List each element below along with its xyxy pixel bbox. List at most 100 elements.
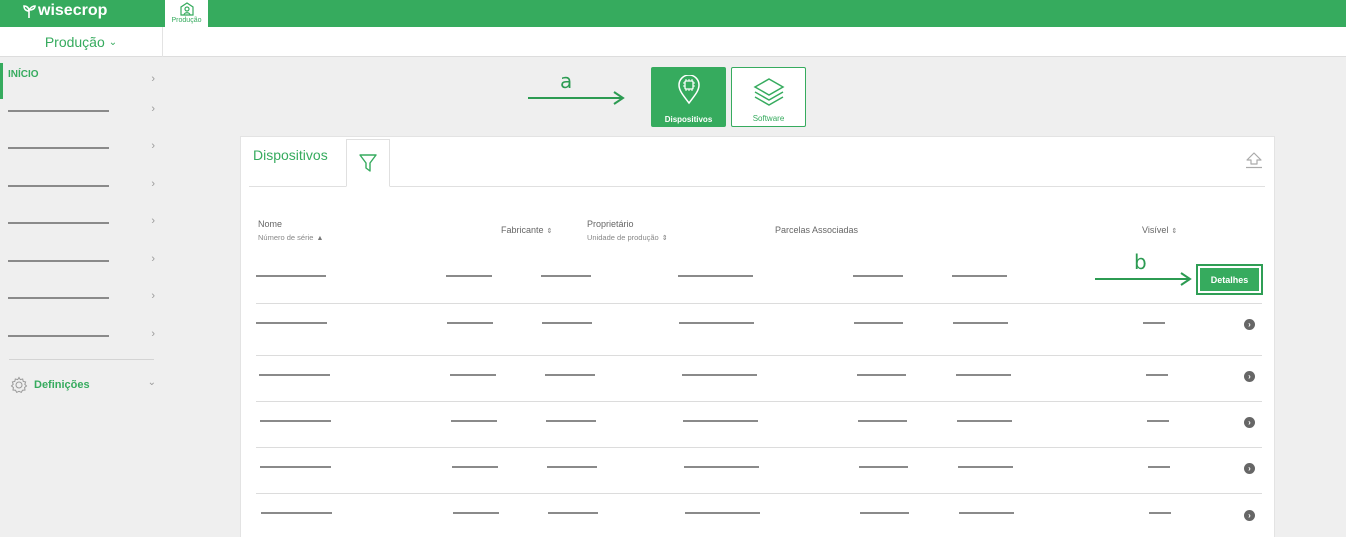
redacted-cell [446, 275, 492, 277]
redacted-cell [451, 420, 497, 422]
chevron-right-icon: › [151, 73, 155, 85]
redacted-cell [1149, 512, 1171, 514]
chevron-down-icon: ⌄ [147, 377, 156, 388]
table-row[interactable]: › [256, 494, 1262, 537]
redacted-cell [545, 374, 595, 376]
redacted-label [8, 297, 109, 299]
redacted-label [8, 222, 109, 224]
redacted-cell [858, 420, 907, 422]
upload-icon[interactable] [1245, 151, 1263, 169]
sidebar-item-label: Definições [34, 379, 90, 391]
software-view-button[interactable]: Software [731, 67, 806, 127]
redacted-cell [854, 322, 903, 324]
redacted-cell [958, 466, 1013, 468]
redacted-cell [547, 466, 597, 468]
redacted-label [8, 335, 109, 337]
sidebar-item[interactable]: › [0, 243, 163, 279]
details-button[interactable]: Detalhes [1200, 268, 1259, 291]
sidebar-item[interactable]: › [0, 168, 163, 204]
redacted-cell [853, 275, 903, 277]
redacted-cell [260, 420, 331, 422]
sidebar-divider [9, 359, 154, 360]
table-row[interactable]: › [256, 402, 1262, 448]
devices-view-label: Dispositivos [664, 115, 713, 124]
chevron-right-icon: › [151, 178, 155, 190]
redacted-cell [453, 512, 499, 514]
sidebar-item[interactable]: › [0, 318, 163, 354]
sidebar: INÍCIO › › › › › › › › Definições ⌄ [0, 57, 163, 537]
card-title[interactable]: Dispositivos [253, 147, 328, 163]
app-logo[interactable]: wisecrop [22, 2, 107, 20]
chevron-right-circle-icon[interactable]: › [1244, 510, 1255, 521]
table-row[interactable]: › [256, 356, 1262, 402]
redacted-cell [548, 512, 598, 514]
chevron-down-icon: ⌄ [108, 36, 118, 48]
chevron-right-circle-icon[interactable]: › [1244, 417, 1255, 428]
redacted-cell [1148, 466, 1170, 468]
sidebar-item[interactable]: › [0, 93, 163, 129]
redacted-cell [256, 275, 326, 277]
column-header-name[interactable]: Nome [258, 219, 282, 229]
table-row[interactable]: › [256, 304, 1262, 356]
column-header-production-unit[interactable]: Unidade de produção ⇕ [587, 233, 668, 242]
redacted-cell [1147, 420, 1169, 422]
software-view-label: Software [752, 114, 785, 123]
column-header-serial[interactable]: Número de série ▲︎ [258, 233, 323, 242]
sort-icon: ▲︎ [316, 235, 324, 242]
sidebar-item[interactable]: › [0, 280, 163, 316]
column-header-owner[interactable]: Proprietário [587, 219, 634, 229]
chevron-right-circle-icon[interactable]: › [1244, 371, 1255, 382]
chevron-right-icon: › [151, 103, 155, 115]
redacted-cell [857, 374, 906, 376]
arrow-right-icon [528, 91, 625, 105]
column-header-parcels: Parcelas Associadas [775, 225, 859, 235]
filter-icon [359, 154, 377, 172]
table-row[interactable]: › [256, 448, 1262, 494]
chevron-right-icon: › [151, 328, 155, 340]
redacted-cell [685, 512, 760, 514]
sidebar-item[interactable]: › [0, 205, 163, 241]
chevron-right-icon: › [151, 290, 155, 302]
redacted-cell [859, 466, 908, 468]
chevron-right-icon: › [151, 140, 155, 152]
redacted-label [8, 110, 109, 112]
sprout-icon [23, 5, 36, 18]
sort-icon: ⇕ [1171, 228, 1178, 235]
sort-icon: ⇕ [546, 228, 553, 235]
filter-tab[interactable] [346, 139, 390, 187]
gear-icon [10, 376, 28, 394]
column-header-visible[interactable]: Visível ⇕ [1142, 225, 1177, 235]
redacted-cell [546, 420, 596, 422]
sidebar-item[interactable]: › [0, 130, 163, 166]
redacted-cell [1143, 322, 1165, 324]
card-header: Dispositivos [249, 137, 1265, 187]
chevron-right-circle-icon[interactable]: › [1244, 463, 1255, 474]
devices-view-button[interactable]: Dispositivos [651, 67, 726, 127]
chevron-right-icon: › [151, 253, 155, 265]
column-header-manufacturer[interactable]: Fabricante ⇕ [501, 225, 552, 235]
redacted-cell [1146, 374, 1168, 376]
production-select[interactable]: Produção ⌄ [0, 27, 163, 57]
production-select-label: Produção [44, 34, 105, 50]
redacted-cell [684, 466, 759, 468]
chevron-right-circle-icon[interactable]: › [1244, 319, 1255, 330]
redacted-label [8, 185, 109, 187]
redacted-cell [542, 322, 592, 324]
redacted-cell [260, 466, 331, 468]
redacted-cell [683, 420, 758, 422]
redacted-cell [957, 420, 1012, 422]
sort-icon: ⇕ [661, 235, 668, 242]
redacted-cell [678, 275, 753, 277]
redacted-label [8, 260, 109, 262]
redacted-cell [447, 322, 493, 324]
production-tab[interactable]: Produção [165, 0, 208, 27]
redacted-cell [679, 322, 754, 324]
sidebar-item-settings[interactable]: Definições ⌄ [10, 375, 160, 395]
redacted-cell [261, 512, 332, 514]
redacted-cell [682, 374, 757, 376]
redacted-cell [541, 275, 591, 277]
production-icon [179, 2, 194, 16]
redacted-cell [860, 512, 909, 514]
layers-icon [752, 78, 785, 106]
sidebar-item-label: INÍCIO [8, 69, 39, 80]
